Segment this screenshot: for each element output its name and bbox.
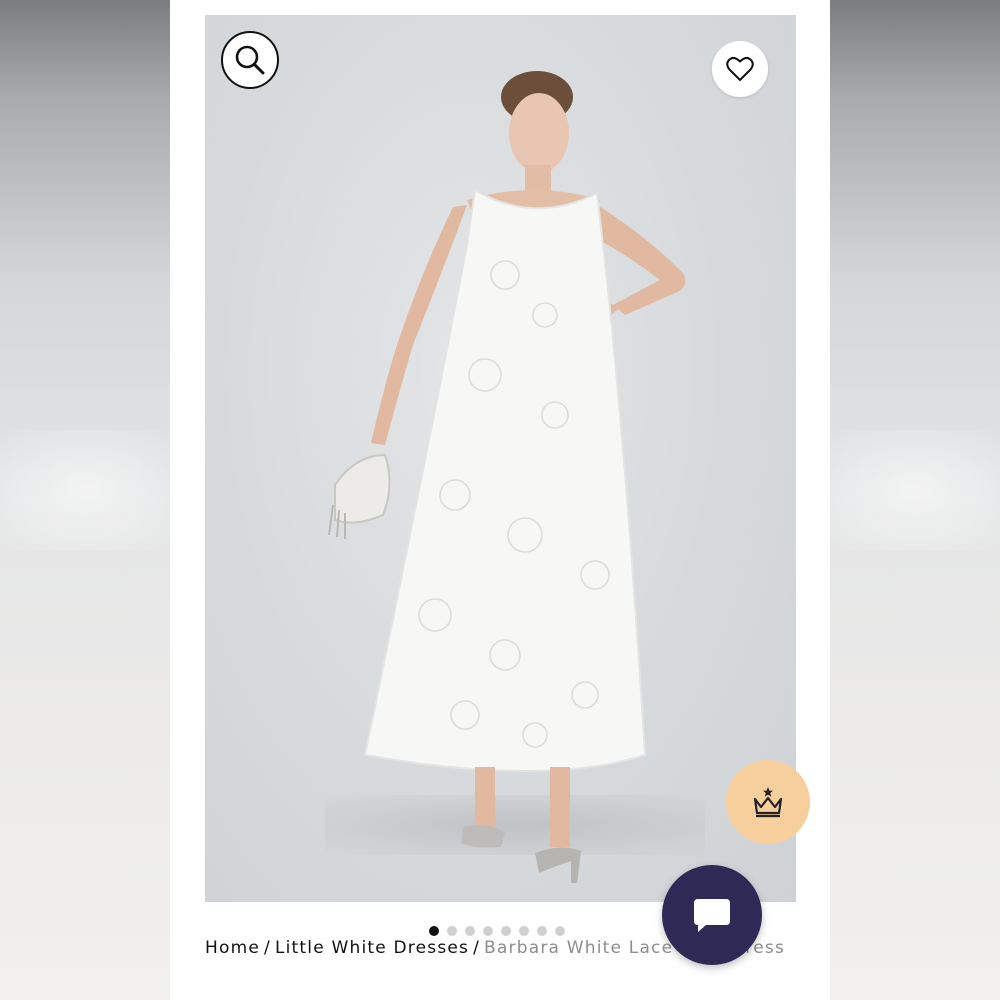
carousel-dot[interactable] [555, 926, 565, 936]
carousel-dot[interactable] [447, 926, 457, 936]
carousel-dot[interactable] [537, 926, 547, 936]
right-gutter [830, 0, 1000, 1000]
breadcrumb-separator: / [473, 938, 481, 958]
model-in-white-dress [328, 71, 686, 883]
wishlist-button[interactable] [712, 41, 768, 97]
search-icon [235, 45, 265, 75]
carousel-dot[interactable] [465, 926, 475, 936]
image-carousel-dots [429, 926, 565, 936]
breadcrumb-home-link[interactable]: Home [205, 938, 260, 958]
left-gutter [0, 0, 170, 1000]
chat-bubble-icon [694, 899, 730, 932]
carousel-dot[interactable] [429, 926, 439, 936]
product-image[interactable] [205, 15, 796, 902]
product-page: Home / Little White Dresses / Barbara White … [170, 0, 830, 1000]
crown-icon [753, 787, 783, 818]
rewards-button[interactable] [726, 760, 810, 844]
chat-button[interactable] [662, 865, 762, 965]
heart-icon [726, 56, 754, 81]
carousel-dot[interactable] [519, 926, 529, 936]
breadcrumb-separator: / [264, 938, 271, 958]
search-button[interactable] [221, 31, 279, 89]
carousel-dot[interactable] [501, 926, 511, 936]
breadcrumb-category-link[interactable]: Little White Dresses [275, 938, 469, 958]
carousel-dot[interactable] [483, 926, 493, 936]
